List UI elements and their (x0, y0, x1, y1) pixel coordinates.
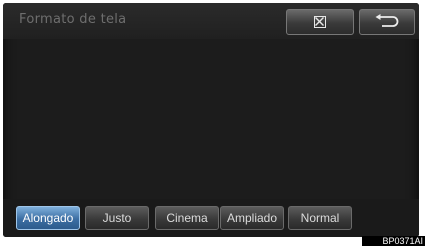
page-title: Formato de tela (19, 12, 127, 27)
mode-button-ampliado[interactable]: Ampliado (220, 206, 284, 230)
mode-button-cinema[interactable]: Cinema (155, 206, 219, 230)
mode-label: Alongado (22, 211, 74, 225)
back-button[interactable] (359, 9, 415, 35)
mode-button-normal[interactable]: Normal (288, 206, 352, 230)
mode-button-justo[interactable]: Justo (85, 206, 149, 230)
close-box-icon (314, 16, 326, 28)
screen: Formato de tela Alongado Justo Cinema Am… (3, 3, 419, 237)
return-arrow-icon (374, 13, 400, 32)
mode-label: Normal (300, 211, 340, 225)
mode-label: Cinema (166, 211, 208, 225)
mode-label: Ampliado (226, 211, 278, 225)
mode-label: Justo (102, 211, 132, 225)
title-bar: Formato de tela (3, 3, 419, 39)
mode-button-alongado[interactable]: Alongado (16, 206, 80, 230)
close-button[interactable] (286, 9, 354, 35)
reference-code: BP0371AI (362, 236, 425, 246)
